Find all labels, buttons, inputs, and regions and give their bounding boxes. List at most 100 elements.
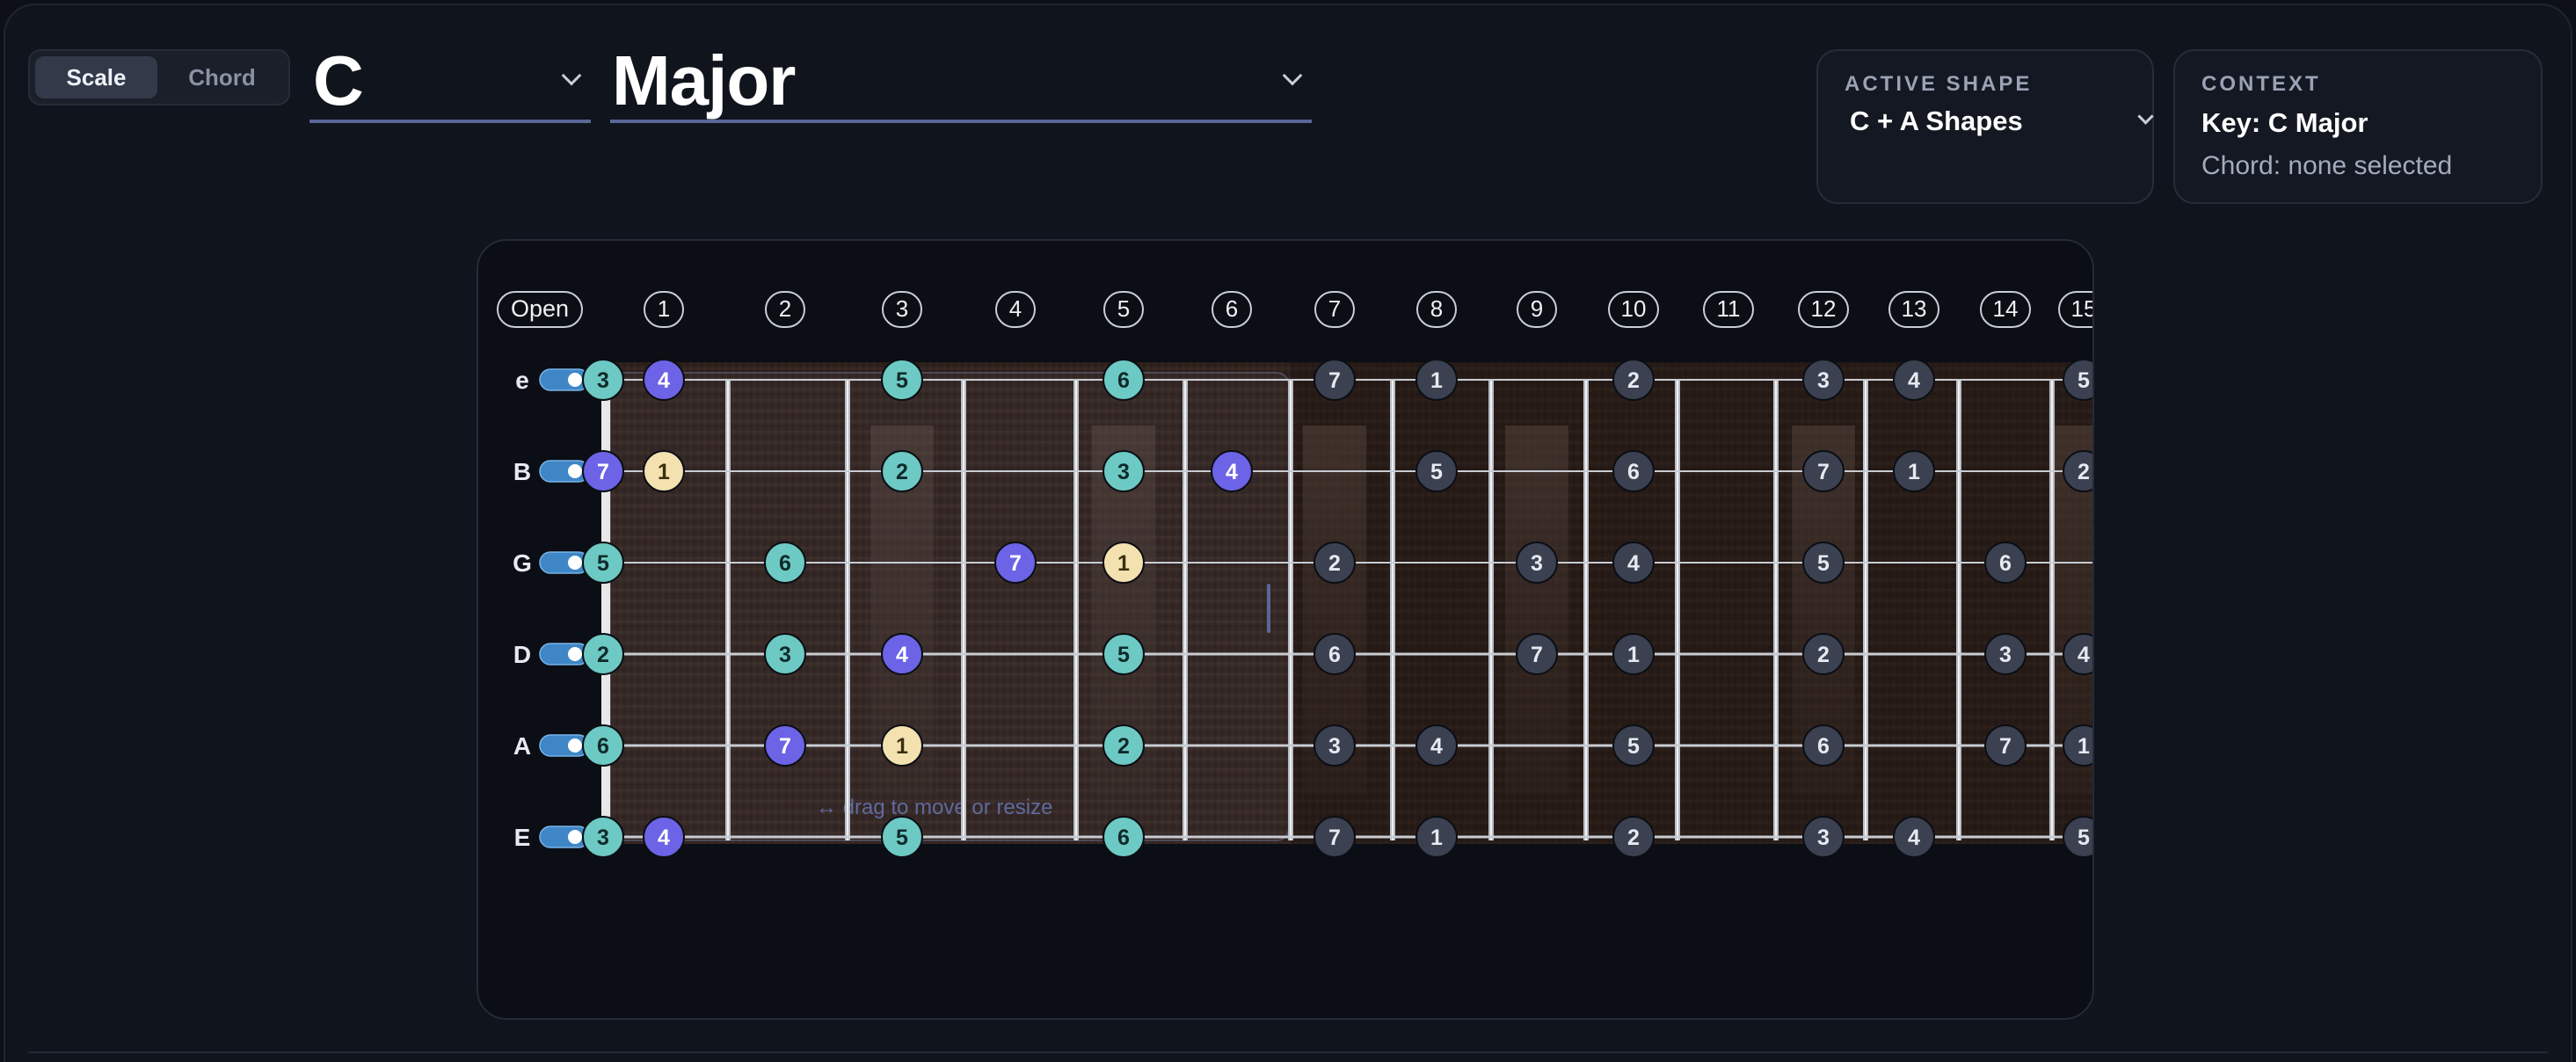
note-marker[interactable]: 5 <box>2063 359 2094 401</box>
svg-text:7: 7 <box>1999 734 2012 759</box>
note-marker[interactable]: 4 <box>1893 816 1935 858</box>
note-marker[interactable]: 7 <box>1984 724 2027 767</box>
svg-text:2: 2 <box>1328 551 1341 576</box>
svg-text:4: 4 <box>2078 643 2090 667</box>
note-marker[interactable]: 1 <box>1893 450 1935 492</box>
string-name-B: B <box>513 458 531 485</box>
note-marker[interactable]: 6 <box>1102 816 1145 858</box>
active-shape-select[interactable]: C + A Shapes <box>1845 105 2154 141</box>
note-marker[interactable]: 2 <box>582 633 624 675</box>
note-marker[interactable]: 7 <box>1313 359 1356 401</box>
string-toggle-A[interactable] <box>539 734 590 757</box>
string-toggle-D[interactable] <box>539 643 590 666</box>
fret-wire-highlight <box>1677 380 1678 840</box>
note-marker[interactable]: 7 <box>582 450 624 492</box>
note-marker[interactable]: 4 <box>1893 359 1935 401</box>
note-marker[interactable]: 2 <box>1102 724 1145 767</box>
note-marker[interactable]: 3 <box>1802 359 1845 401</box>
note-marker[interactable]: 6 <box>582 724 624 767</box>
note-marker[interactable]: 2 <box>1802 633 1845 675</box>
string-toggle-E[interactable] <box>539 826 590 848</box>
fret-label-8: 8 <box>1416 291 1457 328</box>
note-marker[interactable]: 4 <box>1612 542 1655 584</box>
svg-text:4: 4 <box>658 826 670 850</box>
note-marker[interactable]: 6 <box>1802 724 1845 767</box>
note-marker[interactable]: 1 <box>1415 359 1458 401</box>
string-toggle-e[interactable] <box>539 368 590 391</box>
note-marker[interactable]: 2 <box>2063 450 2094 492</box>
svg-text:7: 7 <box>779 734 791 759</box>
fret-label-2: 2 <box>765 291 805 328</box>
svg-text:3: 3 <box>779 643 791 667</box>
note-marker[interactable]: 1 <box>881 724 923 767</box>
svg-text:1: 1 <box>1908 460 1920 484</box>
note-marker[interactable]: 3 <box>1802 816 1845 858</box>
note-marker[interactable]: 3 <box>764 633 806 675</box>
shape-resize-handle[interactable] <box>1267 584 1270 633</box>
note-marker[interactable]: 1 <box>1102 542 1145 584</box>
note-marker[interactable]: 6 <box>1102 359 1145 401</box>
note-marker[interactable]: 7 <box>1516 633 1558 675</box>
svg-text:1: 1 <box>1430 368 1443 393</box>
note-marker[interactable]: 7 <box>1802 450 1845 492</box>
note-marker[interactable]: 5 <box>881 359 923 401</box>
fretboard-panel: ↔ drag to move or resize Open 1 2 3 4 5 6 7 8 9 10… <box>477 239 2094 1020</box>
string-name-D: D <box>513 641 531 668</box>
note-marker[interactable]: 5 <box>1102 633 1145 675</box>
root-note-select[interactable]: C <box>309 41 591 123</box>
scale-type-select[interactable]: Major <box>610 41 1312 123</box>
note-marker[interactable]: 7 <box>994 542 1037 584</box>
note-marker[interactable]: 6 <box>1984 542 2027 584</box>
svg-text:2: 2 <box>1117 734 1130 759</box>
note-marker[interactable]: 5 <box>1802 542 1845 584</box>
note-marker[interactable]: 5 <box>881 816 923 858</box>
note-marker[interactable]: 2 <box>1313 542 1356 584</box>
note-marker[interactable]: 5 <box>2063 816 2094 858</box>
note-marker[interactable]: 4 <box>881 633 923 675</box>
svg-text:5: 5 <box>2078 368 2090 393</box>
context-key: Key: C Major <box>2201 107 2369 138</box>
note-marker[interactable]: 4 <box>1415 724 1458 767</box>
nut <box>601 380 610 840</box>
note-marker[interactable]: 2 <box>1612 816 1655 858</box>
note-marker[interactable]: 1 <box>1415 816 1458 858</box>
note-marker[interactable]: 3 <box>582 359 624 401</box>
note-marker[interactable]: 4 <box>2063 633 2094 675</box>
note-marker[interactable]: 7 <box>764 724 806 767</box>
note-marker[interactable]: 5 <box>1415 450 1458 492</box>
string-toggle-B[interactable] <box>539 460 590 483</box>
note-marker[interactable]: 1 <box>2063 724 2094 767</box>
note-marker[interactable]: 6 <box>1612 450 1655 492</box>
note-marker[interactable]: 5 <box>582 542 624 584</box>
fret-label-5: 5 <box>1103 291 1144 328</box>
string-toggle-G[interactable] <box>539 551 590 574</box>
svg-text:4: 4 <box>1430 734 1443 759</box>
note-marker[interactable]: 2 <box>881 450 923 492</box>
note-marker[interactable]: 3 <box>582 816 624 858</box>
mode-chord-button[interactable]: Chord <box>161 56 283 98</box>
fret-label-4: 4 <box>995 291 1036 328</box>
note-marker[interactable]: 4 <box>643 359 685 401</box>
svg-text:10: 10 <box>1621 295 1647 322</box>
mode-scale-button[interactable]: Scale <box>35 56 157 98</box>
note-marker[interactable]: 2 <box>1612 359 1655 401</box>
note-marker[interactable]: 3 <box>1102 450 1145 492</box>
note-marker[interactable]: 3 <box>1516 542 1558 584</box>
note-marker[interactable]: 4 <box>1211 450 1253 492</box>
note-marker[interactable]: 6 <box>764 542 806 584</box>
context-chord: Chord: none selected <box>2201 151 2453 180</box>
note-marker[interactable]: 1 <box>643 450 685 492</box>
note-marker[interactable]: 7 <box>1313 816 1356 858</box>
note-marker[interactable]: 3 <box>1313 724 1356 767</box>
note-marker[interactable]: 4 <box>643 816 685 858</box>
svg-text:6: 6 <box>779 551 791 576</box>
svg-text:4: 4 <box>1908 368 1920 393</box>
note-marker[interactable]: 5 <box>1612 724 1655 767</box>
svg-text:6: 6 <box>597 734 609 759</box>
svg-text:Open: Open <box>511 295 569 322</box>
note-marker[interactable]: 1 <box>1612 633 1655 675</box>
note-marker[interactable]: 6 <box>1313 633 1356 675</box>
scale-type-value: Major <box>612 41 796 120</box>
note-marker[interactable]: 3 <box>1984 633 2027 675</box>
svg-text:4: 4 <box>1226 460 1238 484</box>
